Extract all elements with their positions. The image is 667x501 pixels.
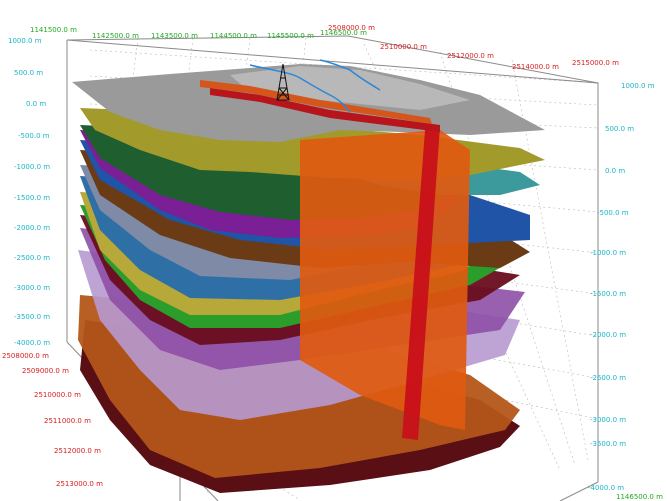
bottom-y-label: 2509000.0 m <box>22 367 69 375</box>
top-y-label: 2515000.0 m <box>572 59 619 67</box>
right-depth-label: 0.0 m <box>605 167 625 175</box>
left-depth-label: -3000.0 m <box>14 284 50 292</box>
left-depth-label: -500.0 m <box>18 132 50 140</box>
right-depth-label: 1000.0 m <box>621 82 655 90</box>
left-depth-label: -2000.0 m <box>14 224 50 232</box>
right-depth-label: -2500.0 m <box>590 374 626 382</box>
bottom-y-label: 2511000.0 m <box>44 417 91 425</box>
top-x-label: 1143500.0 m <box>151 32 198 40</box>
top-x-label: 1144500.0 m <box>210 32 257 40</box>
left-depth-axis: 1000.0 m 500.0 m 0.0 m -500.0 m -1000.0 … <box>8 37 50 347</box>
top-y-label: 2508000.0 m <box>328 24 375 32</box>
right-depth-label: -3000.0 m <box>590 416 626 424</box>
left-depth-label: 0.0 m <box>26 100 46 108</box>
right-depth-label: -1000.0 m <box>590 249 626 257</box>
right-depth-label: -1500.0 m <box>590 290 626 298</box>
bottom-corner-x-label: 1146500.0 m <box>616 493 663 501</box>
right-depth-label: 500.0 m <box>605 125 634 133</box>
bottom-y-label: 2512000.0 m <box>54 447 101 455</box>
top-x-label: 1145500.0 m <box>267 32 314 40</box>
right-depth-label: -4000.0 m <box>588 484 624 492</box>
top-y-label: 2510000.0 m <box>380 43 427 51</box>
right-depth-label: -3500.0 m <box>590 440 626 448</box>
right-depth-label: -2000.0 m <box>590 331 626 339</box>
top-x-label: 1141500.0 m <box>30 26 77 34</box>
bottom-y-label: 2508000.0 m <box>2 352 49 360</box>
top-y-label: 2514000.0 m <box>512 63 559 71</box>
top-y-axis: 2508000.0 m 2510000.0 m 2512000.0 m 2514… <box>328 24 619 71</box>
bottom-y-label: 2510000.0 m <box>34 391 81 399</box>
right-depth-label: -500.0 m <box>597 209 629 217</box>
left-depth-label: -1000.0 m <box>14 163 50 171</box>
bottom-y-label: 2513000.0 m <box>56 480 103 488</box>
left-depth-label: -3500.0 m <box>14 313 50 321</box>
left-depth-label: 500.0 m <box>14 69 43 77</box>
left-depth-label: -4000.0 m <box>14 339 50 347</box>
top-y-label: 2512000.0 m <box>447 52 494 60</box>
3d-geologic-model-view[interactable]: 1000.0 m 500.0 m 0.0 m -500.0 m -1000.0 … <box>0 0 667 501</box>
left-depth-label: 1000.0 m <box>8 37 42 45</box>
left-depth-label: -2500.0 m <box>14 254 50 262</box>
top-x-label: 1142500.0 m <box>92 32 139 40</box>
left-depth-label: -1500.0 m <box>14 194 50 202</box>
